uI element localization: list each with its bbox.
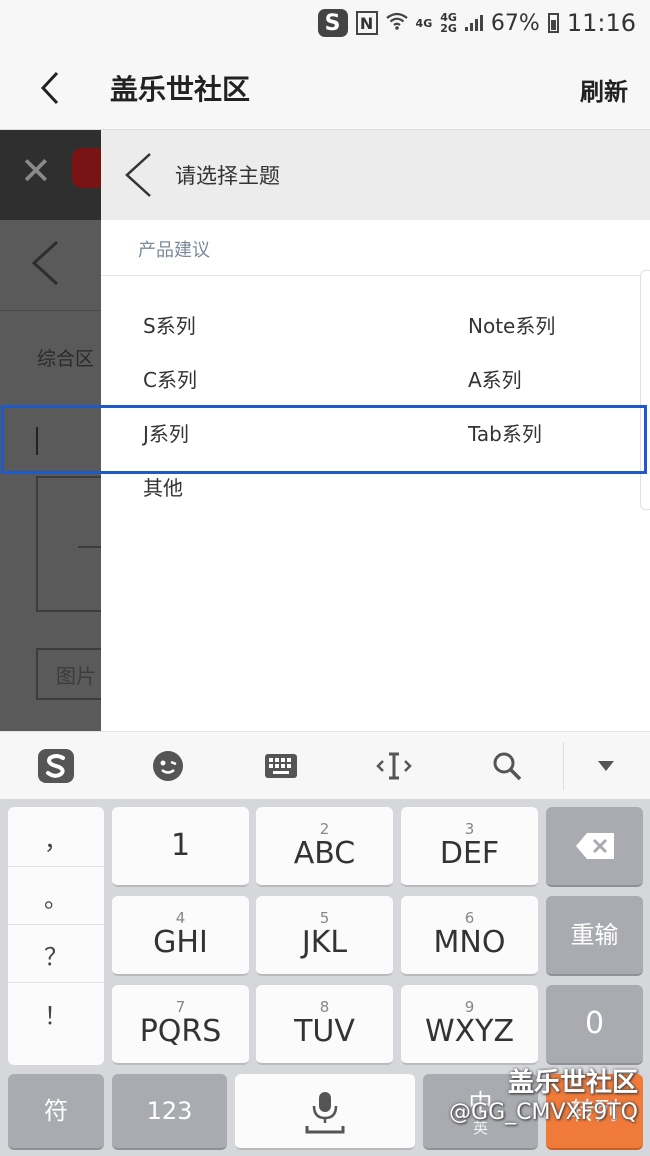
chevron-left-icon <box>125 153 151 197</box>
watermark-title: 盖乐世社区 <box>507 1068 638 1098</box>
period-key[interactable]: 。 <box>8 869 104 925</box>
key-tuv[interactable]: 8 TUV <box>256 985 393 1065</box>
key-abc[interactable]: 2 ABC <box>256 807 393 887</box>
key-ghi[interactable]: 4 GHI <box>112 896 249 976</box>
network-type-stack: 4G 2G <box>440 12 457 34</box>
zero-key[interactable]: 0 <box>546 985 643 1065</box>
watermark-user: @GG_CMVXF9TQ <box>449 1100 638 1125</box>
clock: 11:16 <box>566 9 636 37</box>
panel-back-button[interactable] <box>123 152 153 202</box>
topic-s-series[interactable]: S系列 <box>143 310 196 339</box>
key-1[interactable]: 1 <box>112 807 249 887</box>
refresh-button[interactable]: 刷新 <box>580 72 628 107</box>
backspace-key[interactable] <box>546 807 643 887</box>
scrollbar[interactable] <box>640 270 650 510</box>
key-pqrs[interactable]: 7 PQRS <box>112 985 249 1065</box>
topic-c-series[interactable]: C系列 <box>143 364 197 393</box>
comma-key[interactable]: ， <box>8 811 104 867</box>
key-mno[interactable]: 6 MNO <box>401 896 538 976</box>
search-icon[interactable] <box>487 746 527 786</box>
category-row: 产品建议 <box>101 220 650 276</box>
retype-key[interactable]: 重输 <box>546 896 643 976</box>
keyboard-toolbar <box>0 731 650 799</box>
chevron-left-icon <box>40 71 59 105</box>
microphone-icon <box>305 1092 345 1134</box>
topic-a-series[interactable]: A系列 <box>468 364 522 393</box>
nfc-icon: N <box>355 11 378 35</box>
question-key[interactable]: ？ <box>8 927 104 983</box>
panel-title: 请选择主题 <box>175 164 280 188</box>
key-wxyz[interactable]: 9 WXYZ <box>401 985 538 1065</box>
number-key[interactable]: 123 <box>112 1074 227 1150</box>
signal-icon <box>464 15 483 31</box>
sogou-icon: S <box>317 9 348 37</box>
network-4g-label: 4G <box>415 16 433 30</box>
emoji-icon[interactable] <box>148 746 188 786</box>
cursor-move-icon[interactable] <box>374 746 414 786</box>
panel-header: 请选择主题 <box>101 130 650 220</box>
key-jkl[interactable]: 5 JKL <box>256 896 393 976</box>
symbol-key[interactable]: 符 <box>8 1074 104 1150</box>
category-label: 产品建议 <box>138 240 210 261</box>
background-toolbar: ✕ <box>0 130 106 220</box>
selection-highlight <box>1 405 647 474</box>
exclaim-key[interactable]: ！ <box>8 985 104 1041</box>
close-icon: ✕ <box>20 149 52 193</box>
back-button[interactable] <box>28 66 72 110</box>
app-header: 盖乐世社区 刷新 <box>0 46 650 130</box>
toolbar-divider <box>563 742 564 790</box>
divider <box>0 310 101 311</box>
wifi-icon <box>385 12 408 35</box>
key-def[interactable]: 3 DEF <box>401 807 538 887</box>
collapse-keyboard-icon[interactable] <box>586 746 626 786</box>
sogou-logo-icon[interactable] <box>36 746 76 786</box>
keyboard-icon[interactable] <box>261 746 301 786</box>
topic-other[interactable]: 其他 <box>143 472 183 501</box>
battery-icon <box>547 13 559 33</box>
status-bar: S N 4G 4G 2G 67% 11:16 <box>0 0 650 46</box>
watermark: 盖乐世社区 @GG_CMVXF9TQ <box>449 1068 638 1128</box>
page-title: 盖乐世社区 <box>110 73 251 106</box>
topic-note-series[interactable]: Note系列 <box>468 310 555 339</box>
battery-percent: 67% <box>490 10 540 36</box>
voice-space-key[interactable] <box>235 1074 415 1150</box>
network-2g-label: 2G <box>440 22 457 35</box>
backspace-icon <box>575 833 614 859</box>
background-back-icon <box>30 240 60 290</box>
section-label: 综合区 <box>37 348 95 370</box>
punctuation-column: ， 。 ？ ！ <box>8 807 104 1065</box>
